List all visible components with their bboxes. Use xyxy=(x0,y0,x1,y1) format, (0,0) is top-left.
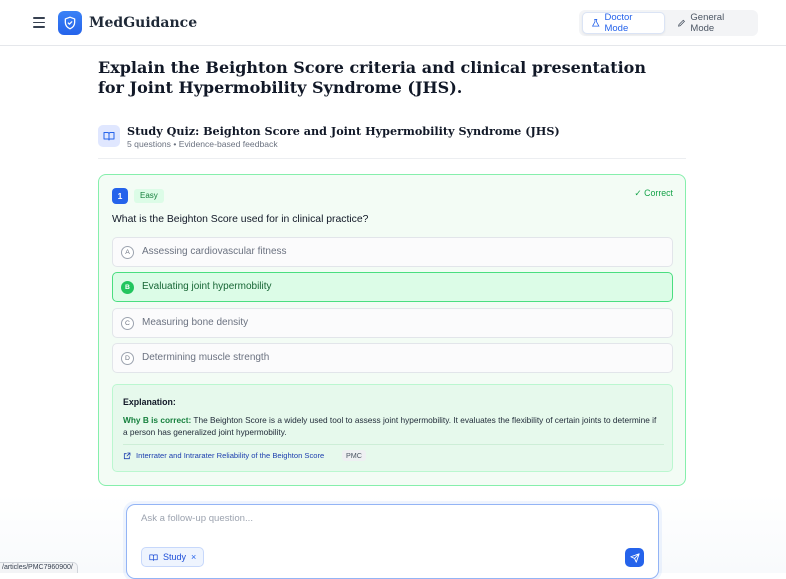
answer-option-c[interactable]: C Measuring bone density xyxy=(112,308,673,338)
quiz-meta: 5 questions • Evidence-based feedback xyxy=(127,139,278,149)
shield-logo-icon xyxy=(58,11,82,35)
flask-icon xyxy=(591,19,600,27)
send-icon xyxy=(629,552,640,563)
question-text: What is the Beighton Score used for in c… xyxy=(112,214,369,225)
divider xyxy=(123,444,664,445)
follow-up-input[interactable]: Ask a follow-up question... xyxy=(141,513,253,524)
answer-option-a[interactable]: A Assessing cardiovascular fitness xyxy=(112,237,673,267)
question-number-badge: 1 xyxy=(112,188,128,204)
option-letter: B xyxy=(121,281,134,294)
option-text: Determining muscle strength xyxy=(142,352,270,363)
book-icon xyxy=(149,554,158,561)
option-letter: D xyxy=(121,352,134,365)
status-bar-url: /articles/PMC7960900/ xyxy=(0,562,78,573)
answer-option-b[interactable]: B Evaluating joint hypermobility xyxy=(112,272,673,302)
check-icon: ✓ xyxy=(634,188,642,198)
send-button[interactable] xyxy=(625,548,644,567)
top-bar: MedGuidance Doctor Mode General Mode xyxy=(0,0,786,46)
page-title: Explain the Beighton Score criteria and … xyxy=(98,58,646,97)
quiz-title: Study Quiz: Beighton Score and Joint Hyp… xyxy=(127,124,560,138)
reference-title: Interrater and Intrarater Reliability of… xyxy=(136,451,325,460)
chip-label: Study xyxy=(163,552,187,562)
option-text: Measuring bone density xyxy=(142,317,249,328)
book-icon xyxy=(98,125,120,147)
difficulty-badge: Easy xyxy=(134,189,164,203)
study-mode-chip[interactable]: Study × xyxy=(141,547,205,567)
reference-source-badge: PMC xyxy=(342,450,366,461)
external-link-icon xyxy=(123,452,131,459)
mode-switcher: Doctor Mode General Mode xyxy=(579,10,758,36)
option-letter: C xyxy=(121,317,134,330)
explanation-title: Explanation: xyxy=(123,397,176,407)
status-badge: ✓ Correct xyxy=(634,188,673,199)
quiz-question-card: 1 Easy ✓ Correct What is the Beighton Sc… xyxy=(98,174,686,486)
divider xyxy=(98,158,686,159)
option-text: Assessing cardiovascular fitness xyxy=(142,246,287,257)
menu-icon[interactable] xyxy=(30,14,48,32)
reference-link[interactable]: Interrater and Intrarater Reliability of… xyxy=(123,451,324,460)
explanation-text: Why B is correct: The Beighton Score is … xyxy=(123,414,658,438)
brand-name: MedGuidance xyxy=(89,15,198,31)
general-mode-button[interactable]: General Mode xyxy=(669,12,755,34)
close-icon[interactable]: × xyxy=(191,552,196,562)
general-mode-label: General Mode xyxy=(690,12,725,34)
pencil-icon xyxy=(678,19,686,27)
explanation-box: Explanation: Why B is correct: The Beigh… xyxy=(112,384,673,472)
option-letter: A xyxy=(121,246,134,259)
option-text: Evaluating joint hypermobility xyxy=(142,281,272,292)
explanation-lead: Why B is correct: xyxy=(123,415,192,425)
explanation-body: The Beighton Score is a widely used tool… xyxy=(123,415,657,437)
doctor-mode-button[interactable]: Doctor Mode xyxy=(582,12,665,34)
doctor-mode-label: Doctor Mode xyxy=(604,12,633,34)
follow-up-composer: Ask a follow-up question... Study × xyxy=(126,504,659,579)
status-label: Correct xyxy=(644,188,673,198)
answer-option-d[interactable]: D Determining muscle strength xyxy=(112,343,673,373)
